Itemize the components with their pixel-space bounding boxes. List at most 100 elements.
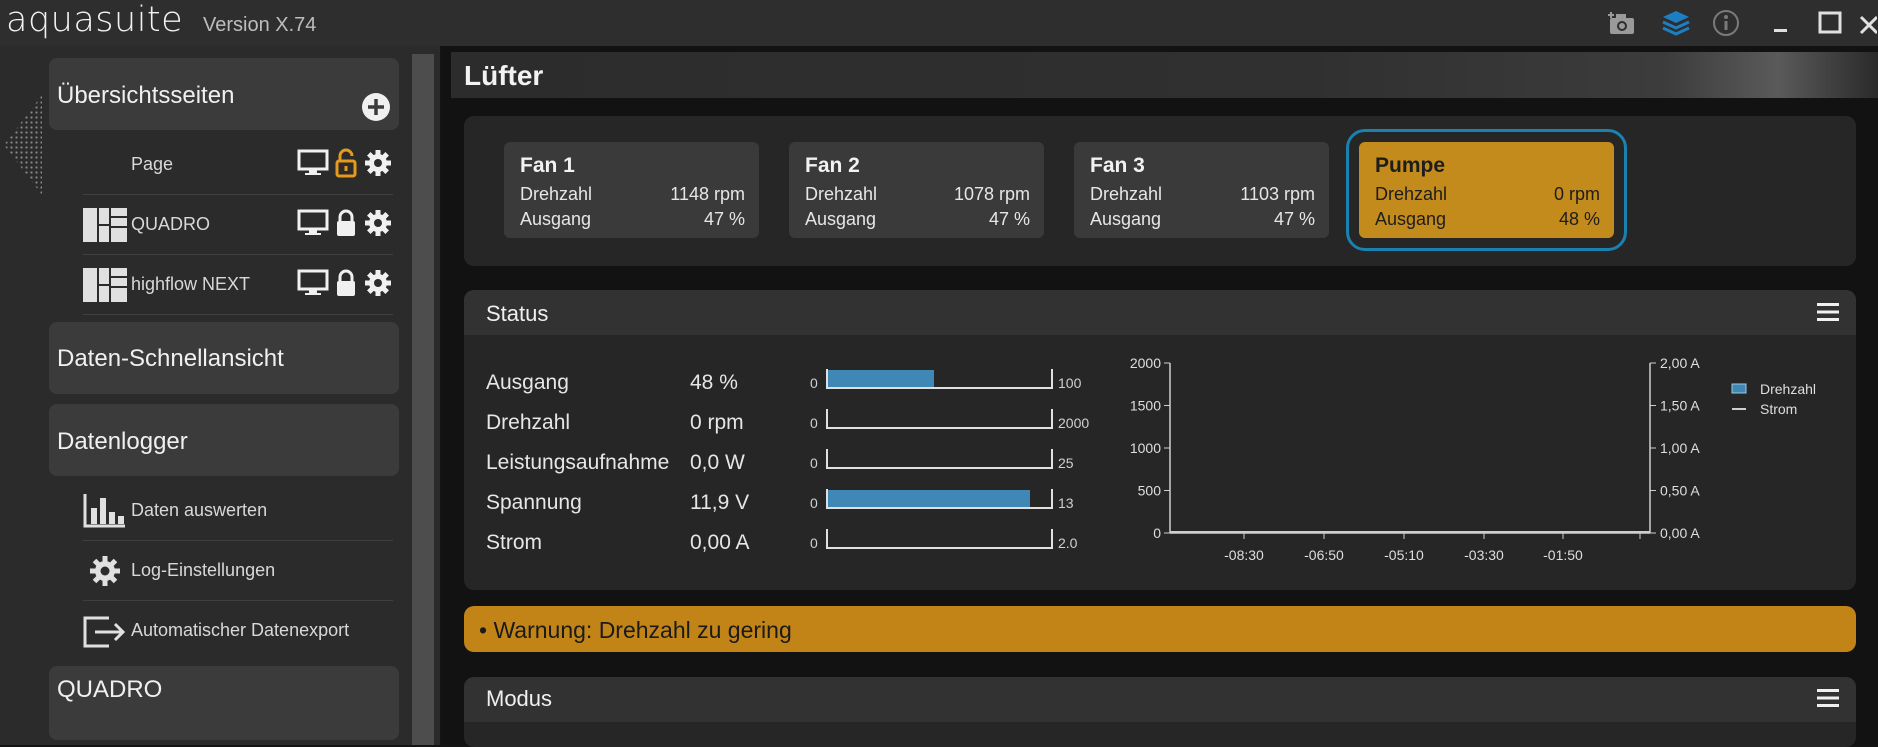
bar-max: 100 [1058,375,1082,391]
monitor-icon[interactable] [297,209,329,237]
monitor-icon[interactable] [297,269,329,297]
bar-max: 2000 [1058,415,1090,431]
chart-left-tick-label: 1500 [1130,398,1161,414]
dashboard-layout-icon [83,268,127,302]
app-version: Version X.74 [203,14,317,36]
status-value-power: 0,0 W [690,451,745,474]
close-icon[interactable] [1855,8,1878,38]
hamburger-menu-icon [1817,689,1839,707]
status-label-power: Leistungsaufnahme [486,451,670,474]
fan-output-label: Ausgang [1090,209,1162,229]
dashboard-layout-icon [83,208,127,242]
lock-icon[interactable] [333,208,359,238]
sidebar-section-title: QUADRO [57,676,163,703]
monitor-icon[interactable] [297,149,329,177]
chart-x-tick-label: -06:50 [1304,547,1344,563]
sidebar-item-label: QUADRO [131,214,211,234]
modus-title: Modus [486,686,553,711]
bar-min: 0 [810,415,818,431]
gear-icon[interactable] [363,208,393,238]
sidebar-item-evaluate-data[interactable]: Daten auswerten [83,482,393,541]
status-value-output: 48 % [690,371,738,394]
status-bar-fill [828,490,1031,507]
maximize-icon[interactable] [1813,8,1847,38]
sidebar-section-datalogger[interactable]: Datenlogger [49,404,399,476]
lock-icon[interactable] [333,268,359,298]
sidebar-item-log-settings[interactable]: Log-Einstellungen [83,542,393,601]
gear-icon [90,556,120,586]
fan-output-label: Ausgang [1375,209,1447,229]
sidebar-item-label: Page [131,154,174,174]
camera-add-icon[interactable] [1605,8,1639,38]
bar-max: 25 [1058,455,1074,471]
sidebar-section-title: Daten-Schnellansicht [57,345,284,372]
fan-speed-value: 1078 rpm [953,184,1030,204]
fan-output-value: 47 % [1273,209,1315,229]
info-icon[interactable] [1709,8,1743,38]
chart-right-tick-label: 1,50 A [1660,398,1700,414]
status-bar-speed [826,409,1053,429]
sidebar-item-highflow-next[interactable]: highflow NEXT [83,256,393,315]
chart-right-tick-label: 1,00 A [1660,440,1700,456]
chart-right-tick-label: 0,50 A [1660,483,1700,499]
chart-left-tick-label: 1000 [1130,440,1161,456]
status-value-speed: 0 rpm [690,411,744,434]
fan-speed-label: Drehzahl [1375,184,1448,204]
sidebar-scrollbar[interactable] [412,54,434,745]
page-title: Lüfter [464,60,544,91]
sidebar-item-label: highflow NEXT [131,274,251,294]
chart-right-ticks: 0,00 A 0,50 A 1,00 A 1,50 A 2,00 A [1650,355,1700,541]
sidebar-item-page[interactable]: Page [83,136,393,195]
fan-name: Fan 1 [520,154,575,177]
bar-min: 0 [810,495,818,511]
sidebar-section-quadro[interactable]: QUADRO [49,666,399,740]
status-bar-output [826,369,1053,389]
chart-left-tick-label: 500 [1138,483,1162,499]
export-icon [83,616,126,648]
status-menu-button[interactable] [1816,301,1840,328]
chart-left-ticks: 0 500 1000 1500 2000 [1130,355,1170,541]
sidebar-item-quadro[interactable]: QUADRO [83,196,393,255]
modus-menu-button[interactable] [1816,687,1840,714]
sidebar-section-overview[interactable]: Übersichtsseiten [49,58,399,130]
fan-speed-value: 1103 rpm [1240,184,1315,204]
status-label-current: Strom [486,531,543,554]
status-bar-power [826,449,1053,469]
fan-speed-label: Drehzahl [805,184,878,204]
fan-card-fan3[interactable]: Fan 3 Drehzahl 1103 rpm Ausgang 47 % [1074,142,1329,238]
fan-speed-value: 1148 rpm [670,184,745,204]
chart-x-tick-label: -03:30 [1464,547,1504,563]
gear-icon[interactable] [363,148,393,178]
fan-name: Fan 3 [1090,154,1145,177]
add-page-button[interactable] [361,92,391,127]
sidebar-section-title: Übersichtsseiten [57,82,235,109]
chart-x-ticks: -08:30 -06:50 -05:10 -03:30 -01:50 [1224,533,1641,563]
bar-min: 0 [810,375,818,391]
sidebar-section-quick-view[interactable]: Daten-Schnellansicht [49,322,399,394]
fan-output-value: 47 % [703,209,745,229]
minimize-icon[interactable] [1764,8,1798,38]
fan-card-fan1[interactable]: Fan 1 Drehzahl 1148 rpm Ausgang 47 % [504,142,759,238]
warning-text: • Warnung: Drehzahl zu gering [479,617,792,643]
hamburger-menu-icon [1817,303,1839,321]
bar-chart-icon [83,494,125,528]
gear-icon[interactable] [363,268,393,298]
page-header [451,52,1878,98]
status-chart: 0 500 1000 1500 2000 0,00 A 0,50 A 1,00 A 1,50 … [1130,355,1816,563]
status-label-output: Ausgang [486,371,569,394]
fan-card-pump[interactable]: Pumpe Drehzahl 0 rpm Ausgang 48 % [1346,129,1627,251]
legend-label: Strom [1760,401,1797,417]
fan-card-fan2[interactable]: Fan 2 Drehzahl 1078 rpm Ausgang 47 % [789,142,1044,238]
chart-left-tick-label: 2000 [1130,355,1161,371]
sidebar-item-label: Log-Einstellungen [131,560,276,580]
bar-min: 0 [810,535,818,551]
layers-icon[interactable] [1659,8,1693,38]
fan-output-value: 48 % [1558,209,1600,229]
sidebar-section-title: Datenlogger [57,428,188,455]
chart-x-tick-label: -05:10 [1384,547,1424,563]
status-bar-current [826,529,1053,549]
unlock-icon[interactable] [333,148,359,178]
bar-min: 0 [810,455,818,471]
fan-output-label: Ausgang [520,209,592,229]
sidebar-item-auto-export[interactable]: Automatischer Datenexport [83,602,393,660]
